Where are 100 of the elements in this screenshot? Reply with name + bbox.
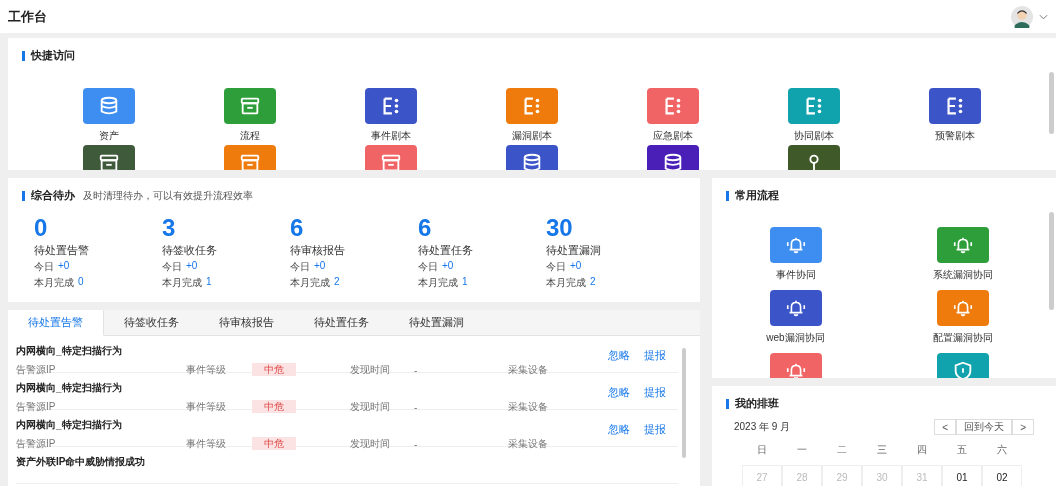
shortcut-label[interactable]: 协同剧本 xyxy=(794,129,835,143)
today-button[interactable]: 回到今天 xyxy=(956,419,1013,435)
alert-title[interactable]: 内网横向_特定扫描行为 xyxy=(16,345,122,356)
field-label: 告警源IP xyxy=(16,363,57,377)
stat-label: 待处置任务 xyxy=(418,243,474,258)
database-icon[interactable] xyxy=(647,145,700,170)
month-label: 本月完成 xyxy=(546,276,586,290)
field-label: 事件等级 xyxy=(186,400,227,414)
weekday-label: 六 xyxy=(996,443,1008,457)
section-title: 综合待办 xyxy=(31,188,75,203)
archive-icon[interactable] xyxy=(223,88,276,124)
flow-label[interactable]: 系统漏洞协同 xyxy=(932,268,993,282)
month-label: 2023 年 9 月 xyxy=(734,420,791,434)
month-label: 本月完成 xyxy=(290,276,330,290)
chevron-down-icon[interactable] xyxy=(1039,13,1048,20)
field-label: 发现时间 xyxy=(350,363,391,377)
flow-label[interactable]: 事件协同 xyxy=(775,268,816,282)
month-value: 2 xyxy=(590,276,596,289)
script-icon[interactable] xyxy=(788,88,841,124)
today-value: +0 xyxy=(58,260,70,273)
stat-count[interactable]: 6 xyxy=(290,215,418,241)
bell-icon[interactable] xyxy=(936,290,989,326)
shortcut-label[interactable]: 流程 xyxy=(239,129,260,143)
tab[interactable]: 待处置告警 xyxy=(8,310,104,336)
previous-button[interactable]: < xyxy=(934,419,957,435)
weekday-label: 二 xyxy=(836,443,848,457)
month-value: 2 xyxy=(334,276,340,289)
action-link[interactable]: 提报 xyxy=(644,422,666,437)
flow-label[interactable]: web漏洞协同 xyxy=(766,331,825,345)
field-label: 采集设备 xyxy=(508,363,549,377)
stat-count[interactable]: 0 xyxy=(34,215,162,241)
action-link[interactable]: 忽略 xyxy=(608,348,630,363)
action-link[interactable]: 提报 xyxy=(644,348,666,363)
shield-icon[interactable] xyxy=(936,353,989,378)
archive-icon[interactable] xyxy=(82,145,135,170)
field-label: 采集设备 xyxy=(508,437,549,451)
weekday-label: 日 xyxy=(756,443,768,457)
action-link[interactable]: 提报 xyxy=(644,385,666,400)
section-title: 常用流程 xyxy=(735,188,779,203)
page-title: 工作台 xyxy=(8,7,47,26)
field-label: 发现时间 xyxy=(350,437,391,451)
tab[interactable]: 待审核报告 xyxy=(199,310,294,336)
weekday-label: 五 xyxy=(956,443,968,457)
weekday-label: 三 xyxy=(876,443,888,457)
today-label: 今日 xyxy=(162,260,182,274)
today-value: +0 xyxy=(186,260,198,273)
tab[interactable]: 待签收任务 xyxy=(104,310,199,336)
alert-title[interactable]: 内网横向_特定扫描行为 xyxy=(16,382,122,393)
weekday-label: 四 xyxy=(916,443,928,457)
month-value: 1 xyxy=(206,276,212,289)
section-title: 我的排班 xyxy=(735,396,779,411)
section-subtitle: 及时清理待办，可以有效提升流程效率 xyxy=(83,188,253,203)
tab[interactable]: 待处置任务 xyxy=(294,310,389,336)
field-label: 事件等级 xyxy=(186,437,227,451)
today-label: 今日 xyxy=(290,260,310,274)
avatar-icon[interactable] xyxy=(1011,5,1033,28)
stat-label: 待审核报告 xyxy=(290,243,346,258)
stat-count[interactable]: 6 xyxy=(418,215,546,241)
calendar-day[interactable]: 02 xyxy=(982,465,1022,486)
bell-icon[interactable] xyxy=(936,227,989,263)
today-label: 今日 xyxy=(546,260,566,274)
today-label: 今日 xyxy=(418,260,438,274)
month-value: 1 xyxy=(462,276,468,289)
alert-title[interactable]: 内网横向_特定扫描行为 xyxy=(16,419,122,430)
action-link[interactable]: 忽略 xyxy=(608,385,630,400)
today-value: +0 xyxy=(442,260,454,273)
stat-count[interactable]: 3 xyxy=(162,215,290,241)
field-label: 发现时间 xyxy=(350,400,391,414)
field-label: 告警源IP xyxy=(16,437,57,451)
severity-tag: 中危 xyxy=(252,437,296,450)
month-label: 本月完成 xyxy=(162,276,202,290)
today-value: +0 xyxy=(570,260,582,273)
script-icon[interactable] xyxy=(647,88,700,124)
script-icon[interactable] xyxy=(929,88,982,124)
tab[interactable]: 待处置漏洞 xyxy=(389,310,484,336)
shortcut-label[interactable]: 预警剧本 xyxy=(935,129,976,143)
today-label: 今日 xyxy=(34,260,54,274)
alert-title[interactable]: 资产外联IP命中威胁情报成功 xyxy=(16,456,146,467)
script-icon[interactable] xyxy=(364,88,417,124)
flow-label[interactable]: 配置漏洞协同 xyxy=(932,331,993,345)
field-value: - xyxy=(414,401,419,413)
script-icon[interactable] xyxy=(506,88,558,124)
stat-label: 待处置漏洞 xyxy=(546,243,602,258)
bell-icon[interactable] xyxy=(769,353,822,378)
weekday-label: 一 xyxy=(796,443,808,457)
calendar-day[interactable]: 01 xyxy=(942,465,982,486)
action-link[interactable]: 忽略 xyxy=(608,422,630,437)
shortcut-label[interactable]: 资产 xyxy=(98,129,119,143)
field-label: 采集设备 xyxy=(508,400,549,414)
shortcut-label[interactable]: 漏洞剧本 xyxy=(512,129,552,143)
bell-icon[interactable] xyxy=(769,227,822,263)
stat-label: 待签收任务 xyxy=(162,243,218,258)
bell-icon[interactable] xyxy=(769,290,822,326)
next-button[interactable]: > xyxy=(1012,419,1034,435)
shortcut-label[interactable]: 应急剧本 xyxy=(653,129,694,143)
month-label: 本月完成 xyxy=(418,276,458,290)
field-value: - xyxy=(414,438,419,450)
shortcut-label[interactable]: 事件剧本 xyxy=(370,129,411,143)
stat-count[interactable]: 30 xyxy=(546,215,674,241)
today-value: +0 xyxy=(314,260,326,273)
